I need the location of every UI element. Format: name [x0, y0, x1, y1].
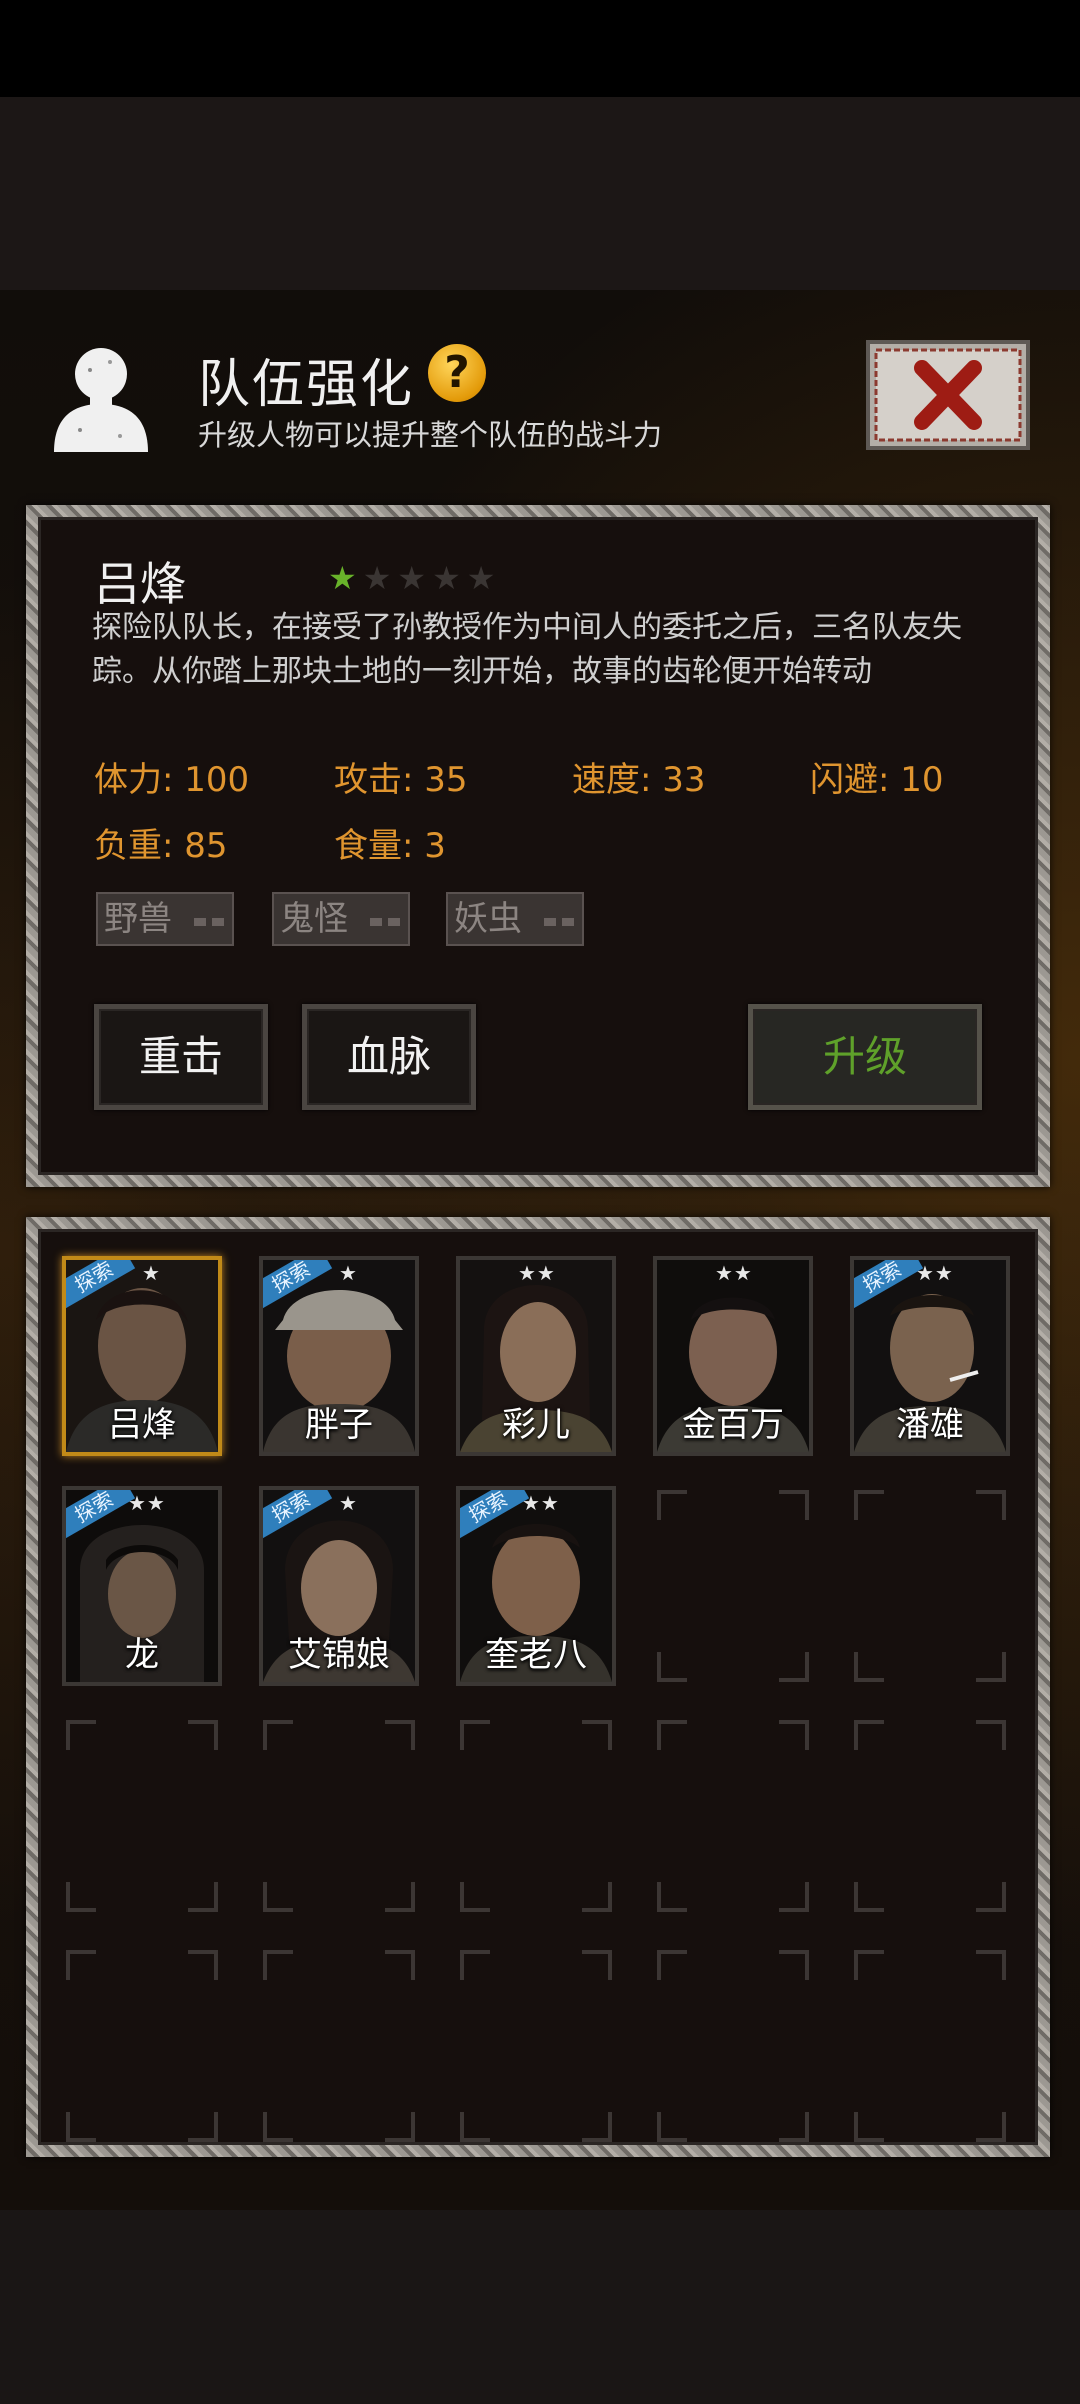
empty-slot — [456, 1716, 616, 1916]
tag-beast: 野兽 — [96, 892, 234, 946]
empty-slot — [259, 1946, 419, 2146]
empty-slot — [653, 1946, 813, 2146]
empty-slot — [653, 1486, 813, 1686]
empty-slot — [259, 1716, 419, 1916]
empty-slot — [850, 1486, 1010, 1686]
card-name: 吕烽 — [108, 1405, 176, 1445]
skill-bloodline-button[interactable]: 血脉 — [302, 1004, 476, 1110]
character-card-kui-laoba[interactable]: 探索 ★★ 奎老八 — [456, 1486, 616, 1686]
card-stars: ★★ — [715, 1261, 753, 1285]
star-icon: ★ — [328, 559, 357, 597]
card-stars: ★ — [339, 1261, 358, 1285]
tag-insect: 妖虫 — [446, 892, 584, 946]
tag-ghost: 鬼怪 — [272, 892, 410, 946]
card-stars: ★ — [339, 1491, 358, 1515]
character-card-jinbaiwan[interactable]: ★★ 金百万 — [653, 1256, 813, 1456]
skill-heavy-strike-button[interactable]: 重击 — [94, 1004, 268, 1110]
star-icon: ★ — [466, 559, 496, 597]
character-card-pangzi[interactable]: 探索 ★ 胖子 — [259, 1256, 419, 1456]
page-title: 队伍强化 — [198, 355, 415, 415]
star-icon: ★ — [397, 559, 427, 597]
card-name: 胖子 — [305, 1405, 373, 1445]
empty-slot — [456, 1946, 616, 2146]
stat-attack: 攻击: 35 — [334, 760, 468, 800]
character-card-panxiong[interactable]: 探索 ★★ 潘雄 — [850, 1256, 1010, 1456]
stat-stamina: 体力: 100 — [94, 760, 250, 800]
stat-load: 负重: 85 — [94, 826, 228, 866]
stat-speed: 速度: 33 — [572, 760, 706, 800]
character-description: 探险队队长，在接受了孙教授作为中间人的委托之后，三名队友失踪。从你踏上那块土地的… — [92, 610, 962, 689]
empty-slot — [62, 1716, 222, 1916]
card-name: 龙 — [125, 1635, 159, 1675]
card-name: 奎老八 — [485, 1635, 587, 1675]
status-bar — [0, 0, 1080, 97]
empty-slot — [850, 1946, 1010, 2146]
bottom-area — [0, 2210, 1080, 2404]
card-name: 金百万 — [682, 1405, 784, 1445]
character-card-ai-jinniang[interactable]: 探索 ★ 艾锦娘 — [259, 1486, 419, 1686]
card-stars: ★★ — [128, 1491, 166, 1515]
stat-appetite: 食量: 3 — [334, 826, 446, 866]
card-stars: ★★ — [522, 1491, 560, 1515]
stat-dodge: 闪避: 10 — [810, 760, 944, 800]
page-subtitle: 升级人物可以提升整个队伍的战斗力 — [198, 418, 663, 452]
close-button[interactable] — [866, 340, 1030, 450]
player-silhouette-icon — [54, 348, 148, 452]
empty-slot — [62, 1946, 222, 2146]
help-icon[interactable]: ? — [428, 344, 486, 402]
card-stars: ★ — [142, 1261, 161, 1285]
character-rating: ★ ★ ★ ★ ★ — [328, 560, 495, 596]
card-name: 潘雄 — [896, 1405, 964, 1445]
empty-slot — [653, 1716, 813, 1916]
card-stars: ★★ — [518, 1261, 556, 1285]
character-card-caier[interactable]: ★★ 彩儿 — [456, 1256, 616, 1456]
character-name: 吕烽 — [94, 557, 186, 611]
empty-slot — [850, 1716, 1010, 1916]
character-card-lv-feng[interactable]: 探索 ★ 吕烽 — [62, 1256, 222, 1456]
character-card-long[interactable]: 探索 ★★ 龙 — [62, 1486, 222, 1686]
star-icon: ★ — [432, 559, 461, 597]
card-stars: ★★ — [916, 1261, 954, 1285]
star-icon: ★ — [362, 559, 392, 597]
card-name: 彩儿 — [502, 1405, 570, 1445]
card-name: 艾锦娘 — [288, 1635, 390, 1675]
upgrade-button[interactable]: 升级 — [748, 1004, 982, 1110]
